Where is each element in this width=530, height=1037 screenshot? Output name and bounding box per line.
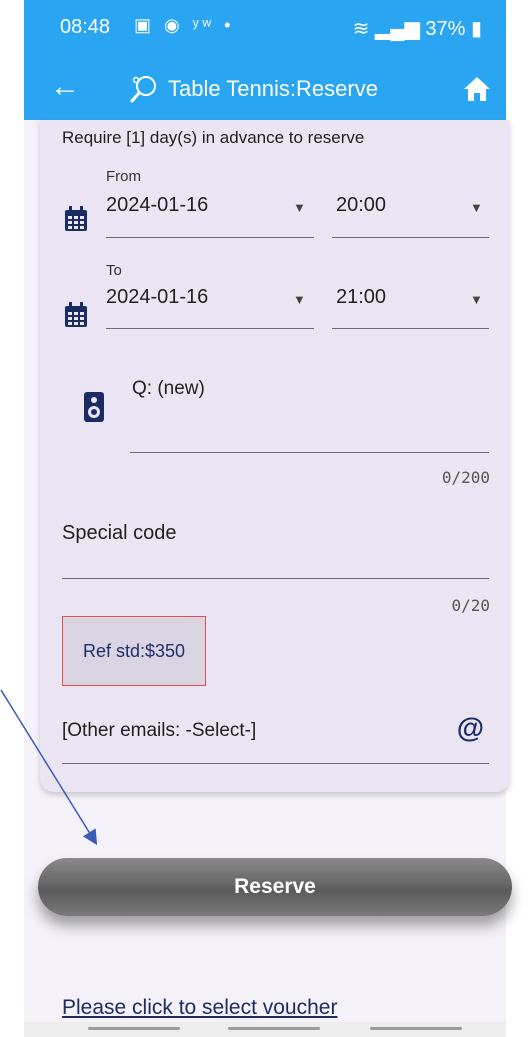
special-code-field[interactable]: Special code bbox=[62, 522, 177, 545]
q-field[interactable]: Q: (new) bbox=[132, 378, 205, 400]
calendar-icon bbox=[65, 302, 87, 327]
other-emails-select[interactable]: [Other emails: -Select-] bbox=[62, 720, 256, 742]
q-counter: 0/200 bbox=[441, 468, 490, 487]
special-code-counter: 0/20 bbox=[451, 596, 490, 615]
special-code-underline bbox=[62, 578, 489, 579]
reservation-form-card: Require [1] day(s) in advance to reserve… bbox=[40, 120, 510, 792]
wifi-icon: ≋ bbox=[352, 18, 370, 40]
select-voucher-link[interactable]: Please click to select voucher bbox=[62, 996, 337, 1020]
from-time-dropdown-icon[interactable]: ▼ bbox=[470, 200, 483, 215]
ref-std-price: Ref std:$350 bbox=[62, 616, 206, 686]
to-time-underline bbox=[332, 328, 489, 329]
from-date-dropdown-icon[interactable]: ▼ bbox=[293, 200, 306, 215]
from-label: From bbox=[106, 168, 141, 185]
app-bar: ← Table Tennis:Reserve bbox=[24, 60, 506, 120]
calendar-icon bbox=[65, 206, 87, 231]
battery-percent: 37% bbox=[425, 18, 466, 40]
advance-note: Require [1] day(s) in advance to reserve bbox=[62, 128, 365, 147]
from-date-underline bbox=[106, 237, 314, 238]
title-wrap: Table Tennis:Reserve bbox=[128, 74, 378, 104]
to-date-underline bbox=[106, 328, 314, 329]
nav-pill[interactable] bbox=[370, 1027, 462, 1030]
from-time-field[interactable]: 20:00 bbox=[336, 194, 386, 217]
page-title: Table Tennis:Reserve bbox=[168, 76, 378, 101]
other-emails-underline bbox=[62, 763, 489, 764]
status-time: 08:48 bbox=[60, 16, 111, 38]
from-date-field[interactable]: 2024-01-16 bbox=[106, 194, 208, 217]
from-time-underline bbox=[332, 237, 489, 238]
status-bar: 08:48 ▣ ◉ ʸʷ • ≋ ▂▄▆ 37% ▮ bbox=[24, 0, 506, 60]
back-arrow-icon[interactable]: ← bbox=[50, 72, 80, 102]
reserve-button[interactable]: Reserve bbox=[38, 858, 512, 916]
to-label: To bbox=[106, 262, 122, 279]
battery-icon: ▮ bbox=[470, 18, 482, 40]
at-icon[interactable]: @ bbox=[457, 712, 484, 744]
speaker-icon bbox=[84, 392, 104, 422]
nav-pill[interactable] bbox=[228, 1027, 320, 1030]
status-right: ≋ ▂▄▆ 37% ▮ bbox=[353, 16, 482, 41]
to-date-dropdown-icon[interactable]: ▼ bbox=[293, 292, 306, 307]
q-underline bbox=[130, 452, 489, 453]
system-nav-bar bbox=[24, 1022, 506, 1037]
home-icon[interactable] bbox=[462, 74, 492, 104]
to-time-dropdown-icon[interactable]: ▼ bbox=[470, 292, 483, 307]
notification-icons: ▣ ◉ ʸʷ • bbox=[134, 15, 235, 35]
to-date-field[interactable]: 2024-01-16 bbox=[106, 286, 208, 309]
ping-pong-icon bbox=[130, 76, 156, 103]
nav-pill[interactable] bbox=[88, 1027, 180, 1030]
signal-icon: ▂▄▆ bbox=[374, 18, 420, 40]
to-time-field[interactable]: 21:00 bbox=[336, 286, 386, 309]
